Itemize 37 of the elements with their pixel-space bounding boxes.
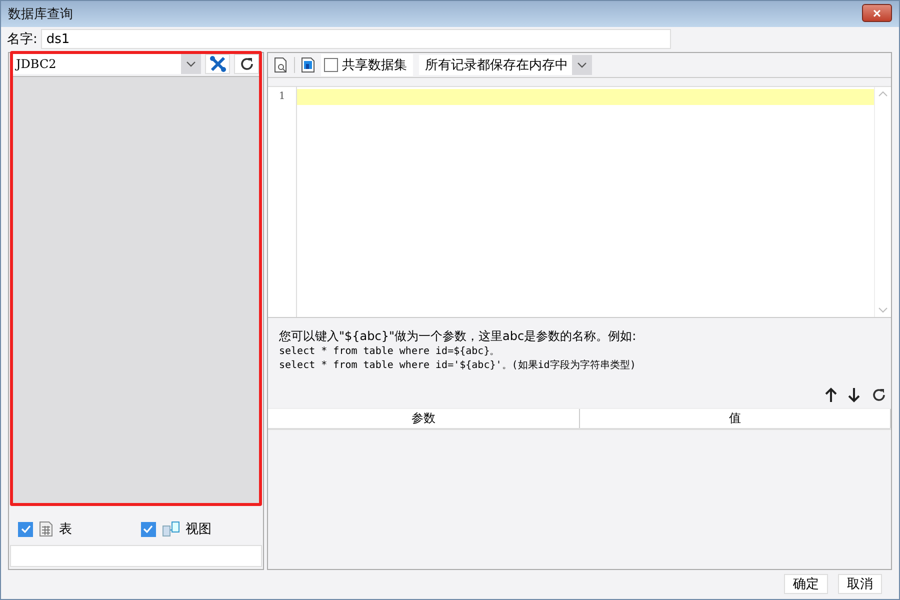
view-icon	[162, 521, 180, 537]
refresh-button[interactable]	[234, 54, 259, 74]
caret-icon	[577, 62, 587, 68]
hint-text: select * from table where id='${abc}'。(如果id字段为字符串类型)	[279, 359, 637, 373]
table-icon	[39, 521, 53, 537]
close-button[interactable]: ×	[862, 4, 892, 22]
up-arrow-icon[interactable]	[825, 387, 837, 403]
refresh-icon[interactable]	[871, 387, 887, 403]
share-label: 共享数据集	[342, 57, 407, 74]
refresh-icon	[238, 56, 254, 72]
hint-text: 您可以键入"${abc}"做为一个参数，这里abc是参数的名称。例如:	[279, 328, 638, 345]
checkbox[interactable]	[140, 522, 156, 536]
column-header[interactable]: 参数	[268, 409, 580, 428]
checkbox[interactable]	[18, 522, 33, 536]
preview-icon[interactable]	[274, 57, 288, 73]
sql-editor[interactable]: 1	[268, 86, 891, 318]
check-icon	[20, 523, 32, 535]
filter-label: 表	[59, 521, 72, 538]
hint-text: select * from table where id=${abc}。	[279, 345, 501, 359]
storage-dropdown[interactable]: 所有记录都保存在内存中	[419, 55, 592, 75]
save-icon[interactable]	[301, 57, 315, 73]
window-title: 数据库查询	[8, 6, 73, 23]
ok-button[interactable]: 确定	[784, 574, 828, 594]
name-field[interactable]: ds1	[41, 29, 672, 49]
connection-dropdown[interactable]: JDBC2	[13, 54, 201, 74]
filter-label: 视图	[186, 521, 212, 538]
cancel-button[interactable]: 取消	[838, 574, 882, 594]
line-number: 1	[278, 91, 286, 102]
caret-icon	[186, 61, 196, 67]
crossed-tools-icon	[208, 55, 226, 73]
tools-button[interactable]	[205, 54, 230, 74]
filter-field[interactable]	[10, 545, 262, 567]
check-icon	[142, 523, 154, 535]
share-checkbox[interactable]	[324, 58, 338, 72]
column-header[interactable]: 值	[580, 409, 891, 428]
down-arrow-icon[interactable]	[848, 387, 860, 403]
name-label: 名字:	[7, 31, 38, 48]
